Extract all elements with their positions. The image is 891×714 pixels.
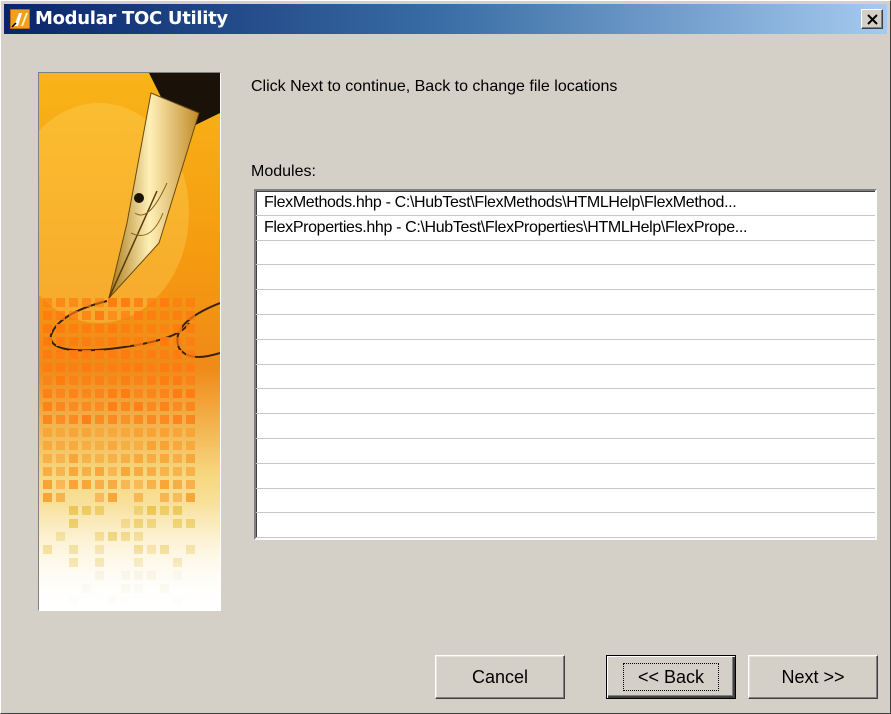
- app-icon: [10, 9, 30, 29]
- list-item[interactable]: [256, 439, 875, 464]
- list-item-text: FlexProperties.hhp - C:\HubTest\FlexProp…: [264, 216, 747, 240]
- title-bar[interactable]: Modular TOC Utility: [4, 4, 887, 34]
- next-button-label: Next >>: [781, 666, 844, 688]
- list-item[interactable]: FlexProperties.hhp - C:\HubTest\FlexProp…: [256, 216, 875, 241]
- list-item[interactable]: FlexMethods.hhp - C:\HubTest\FlexMethods…: [256, 191, 875, 216]
- list-item[interactable]: [256, 241, 875, 266]
- next-button[interactable]: Next >>: [748, 655, 878, 699]
- instruction-text: Click Next to continue, Back to change f…: [251, 77, 617, 97]
- list-item[interactable]: [256, 290, 875, 315]
- modules-label: Modules:: [251, 162, 316, 182]
- list-item[interactable]: [256, 365, 875, 390]
- modules-list[interactable]: FlexMethods.hhp - C:\HubTest\FlexMethods…: [254, 189, 877, 540]
- wizard-window: Modular TOC Utility Click Next to contin…: [0, 0, 891, 714]
- fountain-pen-image: [39, 73, 220, 610]
- list-item[interactable]: [256, 340, 875, 365]
- list-item[interactable]: [256, 464, 875, 489]
- cancel-button[interactable]: Cancel: [435, 655, 565, 699]
- close-button[interactable]: [861, 9, 883, 29]
- side-image-panel: [38, 72, 221, 611]
- window-title: Modular TOC Utility: [35, 9, 228, 29]
- list-item[interactable]: [256, 265, 875, 290]
- cancel-button-label: Cancel: [472, 666, 528, 688]
- list-item[interactable]: [256, 315, 875, 340]
- back-button[interactable]: << Back: [606, 655, 736, 699]
- list-item[interactable]: [256, 513, 875, 538]
- close-icon: [867, 14, 878, 25]
- list-item[interactable]: [256, 389, 875, 414]
- list-item[interactable]: [256, 489, 875, 514]
- list-item[interactable]: [256, 414, 875, 439]
- back-button-label: << Back: [623, 663, 719, 691]
- list-item-text: FlexMethods.hhp - C:\HubTest\FlexMethods…: [264, 191, 736, 215]
